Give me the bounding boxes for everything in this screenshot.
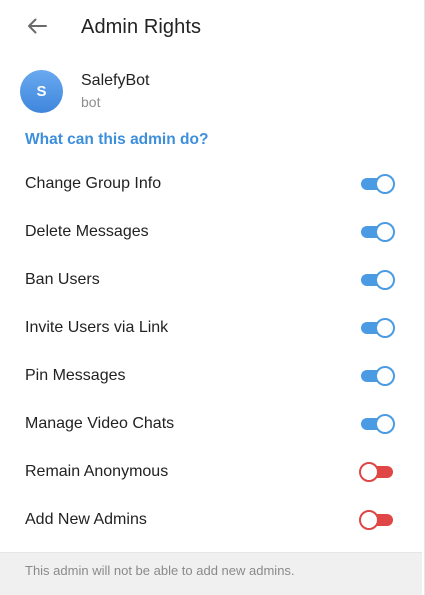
rights-list: Change Group Info Delete Messages Ban Us…	[0, 160, 422, 544]
toggle-switch[interactable]	[359, 510, 395, 530]
toggle-switch[interactable]	[359, 414, 395, 434]
bot-name: SalefyBot	[81, 72, 150, 89]
toggle-switch[interactable]	[359, 366, 395, 386]
bot-status: bot	[81, 94, 101, 110]
toggle-switch[interactable]	[359, 174, 395, 194]
avatar: S	[20, 70, 63, 113]
section-header: What can this admin do?	[25, 131, 209, 148]
toggle-knob	[375, 174, 395, 194]
bot-info[interactable]: S SalefyBot bot	[0, 68, 422, 116]
toggle-switch[interactable]	[359, 270, 395, 290]
right-row-change-group-info[interactable]: Change Group Info	[0, 160, 422, 208]
right-label: Add New Admins	[25, 511, 147, 528]
toggle-knob	[375, 366, 395, 386]
right-row-ban-users[interactable]: Ban Users	[0, 256, 422, 304]
right-label: Delete Messages	[25, 223, 149, 240]
back-button[interactable]	[22, 14, 52, 42]
right-label: Remain Anonymous	[25, 463, 169, 480]
right-row-manage-video-chats[interactable]: Manage Video Chats	[0, 400, 422, 448]
right-label: Ban Users	[25, 271, 100, 288]
right-label: Invite Users via Link	[25, 319, 169, 336]
page-title: Admin Rights	[81, 16, 202, 38]
toggle-knob	[359, 510, 379, 530]
toggle-knob	[359, 462, 379, 482]
toggle-switch[interactable]	[359, 318, 395, 338]
footer-info: This admin will not be able to add new a…	[0, 552, 422, 595]
toggle-knob	[375, 318, 395, 338]
right-row-add-new-admins[interactable]: Add New Admins	[0, 496, 422, 544]
toggle-knob	[375, 222, 395, 242]
right-row-delete-messages[interactable]: Delete Messages	[0, 208, 422, 256]
right-label: Manage Video Chats	[25, 415, 175, 432]
right-row-pin-messages[interactable]: Pin Messages	[0, 352, 422, 400]
footer-note: This admin will not be able to add new a…	[25, 563, 295, 578]
toggle-knob	[375, 414, 395, 434]
header-bar: Admin Rights	[0, 0, 422, 56]
right-row-invite-users[interactable]: Invite Users via Link	[0, 304, 422, 352]
right-row-remain-anonymous[interactable]: Remain Anonymous	[0, 448, 422, 496]
toggle-switch[interactable]	[359, 222, 395, 242]
toggle-knob	[375, 270, 395, 290]
arrow-left-icon	[27, 18, 47, 39]
admin-rights-screen: Admin Rights S SalefyBot bot What can th…	[0, 0, 425, 595]
right-label: Pin Messages	[25, 367, 126, 384]
right-label: Change Group Info	[25, 175, 162, 192]
toggle-switch[interactable]	[359, 462, 395, 482]
